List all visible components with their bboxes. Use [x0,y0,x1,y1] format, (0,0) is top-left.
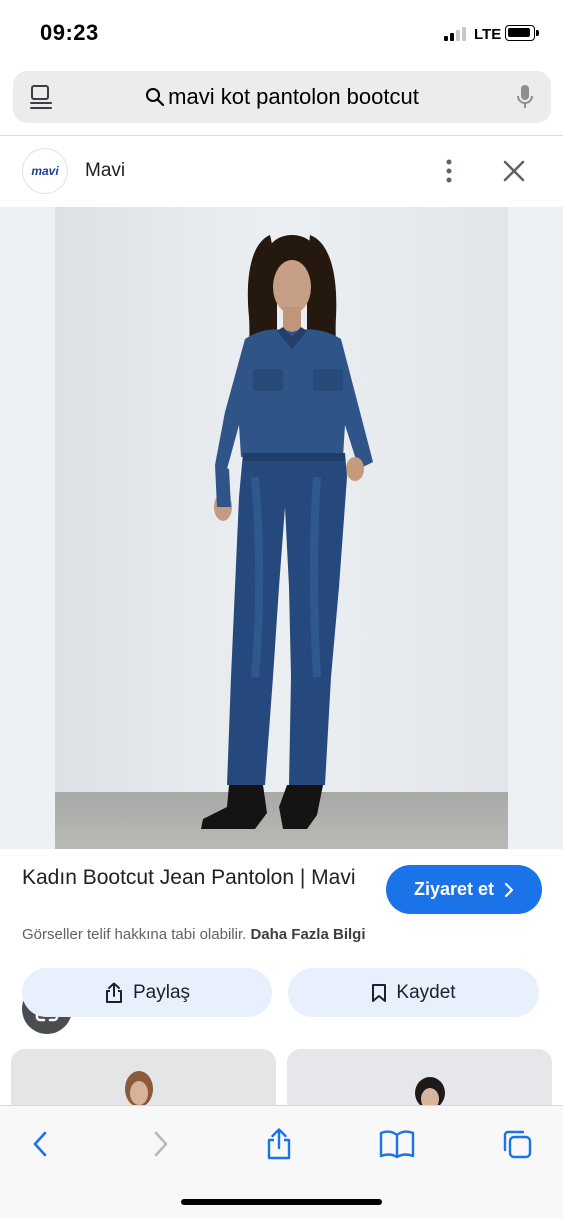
image-viewer[interactable] [0,207,563,1034]
share-icon [105,982,122,1003]
network-type: LTE [474,26,502,43]
source-header: mavi Mavi [0,136,563,207]
status-time: 09:23 [40,20,99,45]
bookmark-icon [372,983,387,1002]
back-icon [33,1131,47,1157]
tabs-button[interactable] [497,1124,537,1164]
share-button[interactable]: Paylaş [22,968,272,1017]
visit-button[interactable]: Ziyaret et [386,865,542,914]
result-title[interactable]: Kadın Bootcut Jean Pantolon | Mavi [22,864,362,892]
tabs-icon [503,1130,532,1159]
search-query-text: mavi kot pantolon bootcut [168,84,419,109]
search-query[interactable]: mavi kot pantolon bootcut [13,71,551,123]
share-button-label: Paylaş [132,981,191,1003]
forward-icon [154,1131,168,1157]
share-icon [267,1128,291,1160]
address-bar[interactable]: mavi kot pantolon bootcut [13,71,551,123]
search-icon [146,88,165,107]
signal-icon [444,27,470,41]
copyright-notice: Görseller telif hakkına tabi olabilir. D… [22,926,365,943]
product-image[interactable] [55,207,508,849]
save-button-label: Kaydet [396,981,456,1003]
home-indicator[interactable] [181,1199,382,1205]
battery-icon [505,25,539,41]
page-share-button[interactable] [259,1124,299,1164]
save-button[interactable]: Kaydet [288,968,539,1017]
back-button[interactable] [20,1124,60,1164]
source-name[interactable]: Mavi [85,160,125,182]
chevron-right-icon [504,882,514,897]
bookmarks-icon [379,1130,415,1159]
forward-button[interactable] [141,1124,181,1164]
status-bar: 09:23 LTE [0,0,563,62]
source-logo[interactable]: mavi [22,148,68,194]
source-logo-text: mavi [31,164,59,178]
close-icon[interactable] [501,158,527,184]
more-info-link[interactable]: Daha Fazla Bilgi [250,926,365,943]
copyright-text: Görseller telif hakkına tabi olabilir. [22,926,247,943]
microphone-icon[interactable] [515,84,535,110]
bookmarks-button[interactable] [377,1124,417,1164]
visit-button-label: Ziyaret et [413,879,495,899]
more-options-icon[interactable] [438,158,460,184]
